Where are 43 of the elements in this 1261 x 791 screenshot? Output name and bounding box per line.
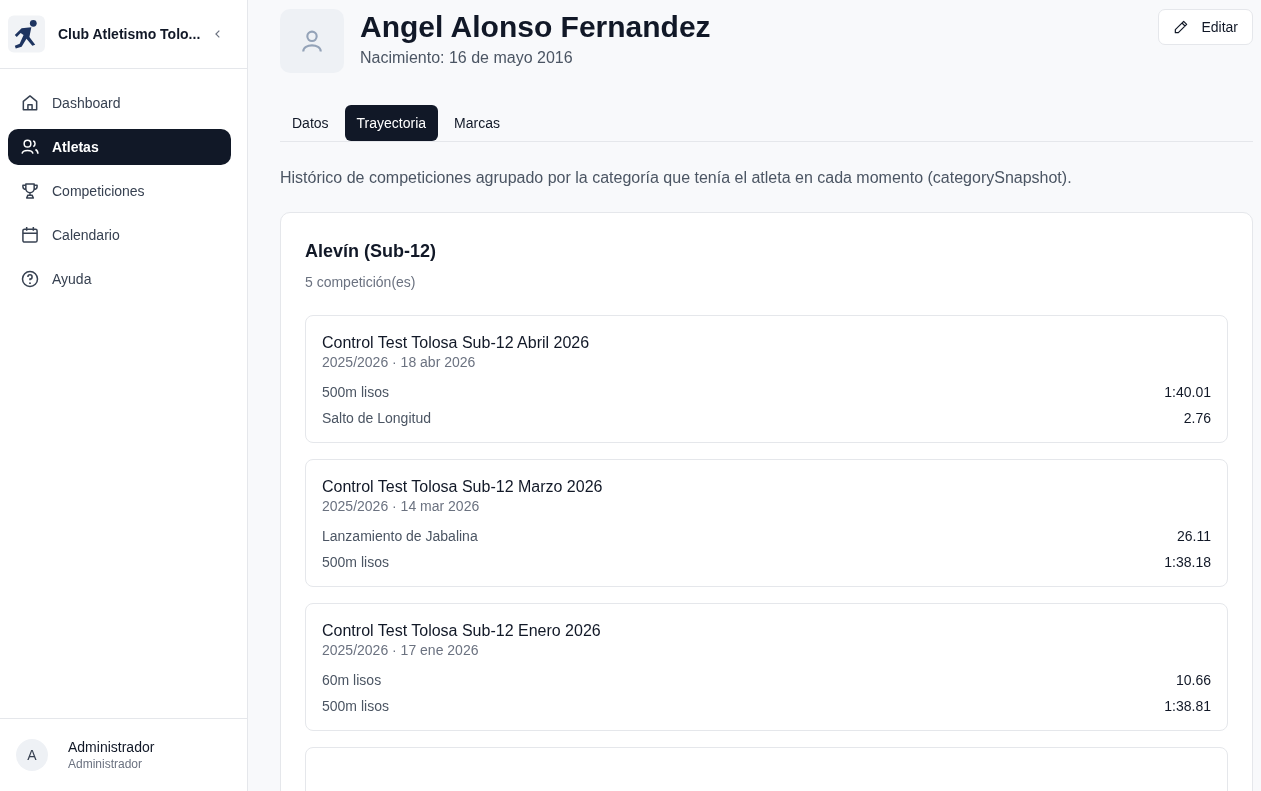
user-avatar: A [16,739,48,771]
calendar-icon [20,225,40,245]
nav-item[interactable]: Competiciones [8,173,231,209]
trophy-icon [20,181,40,201]
event-name: 500m lisos [322,384,389,400]
nav-item[interactable]: Atletas [8,129,231,165]
help-icon [20,269,40,289]
result-mark: 2.76 [1183,410,1211,426]
pencil-icon [1173,19,1190,35]
competition-count: 5 competición(es) [305,274,417,290]
event-name: Lanzamiento de Jabalina [322,528,478,544]
competition-name: Control Test Tolosa Sub-12 Enero 2026 [322,622,602,640]
result-mark: 26.11 [1177,528,1211,544]
user-name: Administrador [68,739,155,755]
competition-name: Control Test Tolosa Sub-12 Marzo 2026 [322,478,604,496]
runner-logo-icon [8,15,45,53]
event-name: 500m lisos [322,554,389,570]
edit-button[interactable]: Editar [1158,9,1253,45]
event-name: Salto de Longitud [322,410,431,426]
competition-meta: 2025/2026 · 18 abr 2026 [322,354,477,370]
user-role: Administrador [68,757,144,771]
event-name: 60m lisos [322,672,382,688]
competition-name: Control Test Tolosa Sub-12 Abril 2026 [322,334,591,352]
tab[interactable]: Trayectoria [344,105,439,141]
result-mark: 1:38.18 [1164,554,1211,570]
athlete-name: Angel Alonso Fernandez [360,9,711,45]
users-icon [20,137,40,157]
event-name: 500m lisos [322,698,389,714]
result-mark: 1:38.81 [1164,698,1211,714]
nav-item[interactable]: Calendario [8,217,231,253]
tab[interactable]: Datos [280,105,341,141]
result-mark: 10.66 [1175,672,1211,688]
nav-item[interactable]: Dashboard [8,85,231,121]
competition-meta: 2025/2026 · 17 ene 2026 [322,642,480,658]
home-icon [20,93,40,113]
club-name: Club Atletismo Tolo... [57,26,201,42]
tab[interactable]: Marcas [442,105,512,141]
description-text: Histórico de competiciones agrupado por la categoría que tenía el atleta en cada momento (categorySnapshot). [280,169,1073,187]
result-mark: 1:40.01 [1164,384,1211,400]
competition-meta: 2025/2026 · 14 mar 2026 [322,498,481,514]
category-title: Alevín (Sub-12) [305,241,438,262]
birth-date: Nacimiento: 16 de mayo 2016 [360,49,574,67]
nav-item[interactable]: Ayuda [8,261,231,297]
